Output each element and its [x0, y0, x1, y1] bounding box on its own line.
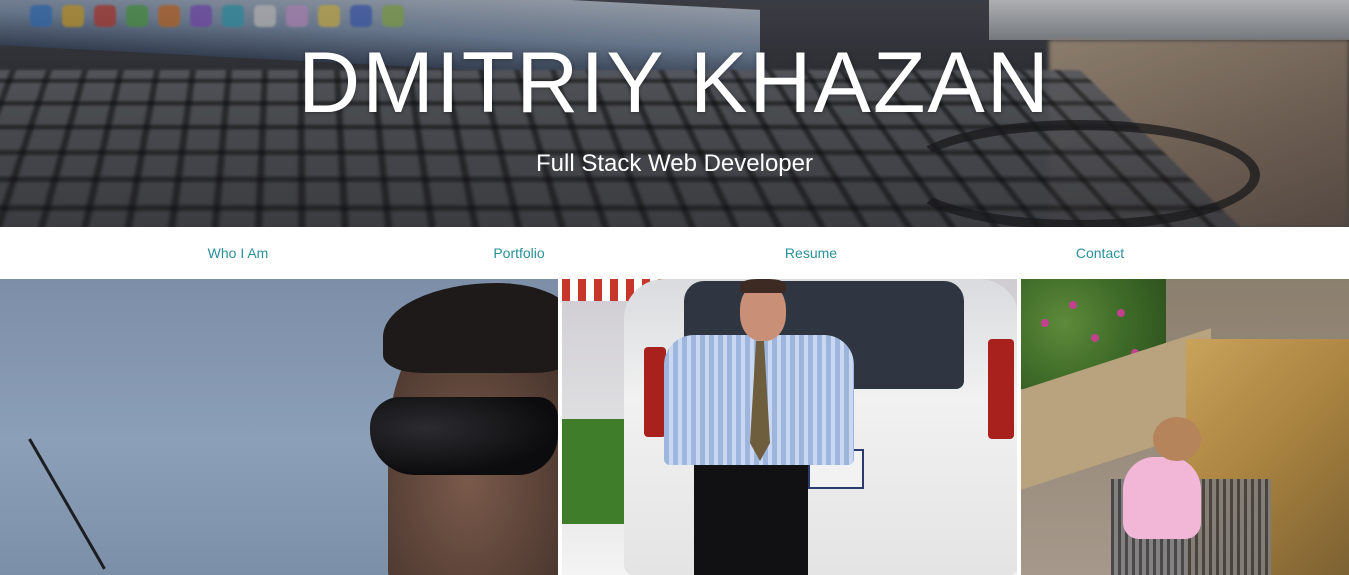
gallery-photo-fishing: [0, 279, 558, 575]
flower: [1091, 334, 1099, 342]
photo-gallery: [0, 279, 1349, 575]
person-hair: [383, 283, 558, 373]
flower: [1069, 301, 1077, 309]
sunglasses: [370, 397, 558, 475]
flower: [1041, 319, 1049, 327]
suv-tail-light-right: [988, 339, 1014, 439]
child-body: [1123, 457, 1201, 539]
flower: [1117, 309, 1125, 317]
fishing-rod: [28, 438, 106, 570]
person-pants: [694, 465, 808, 575]
site-title: DMITRIY KHAZAN: [298, 35, 1051, 131]
site-subtitle: Full Stack Web Developer: [535, 150, 813, 177]
gallery-photo-fountain: [1021, 279, 1349, 575]
nav-link-who-i-am[interactable]: Who I Am: [208, 245, 269, 261]
nav-link-resume[interactable]: Resume: [785, 245, 837, 261]
nav-link-contact[interactable]: Contact: [1076, 245, 1124, 261]
gallery-photo-suv: [562, 279, 1017, 575]
main-navigation: Who I Am Portfolio Resume Contact: [0, 227, 1349, 279]
person-hair: [740, 279, 786, 293]
child-head: [1153, 417, 1201, 461]
nav-link-portfolio[interactable]: Portfolio: [493, 245, 544, 261]
hero-banner: DMITRIY KHAZAN Full Stack Web Developer: [0, 0, 1349, 227]
suv-tail-light-left: [644, 347, 666, 437]
